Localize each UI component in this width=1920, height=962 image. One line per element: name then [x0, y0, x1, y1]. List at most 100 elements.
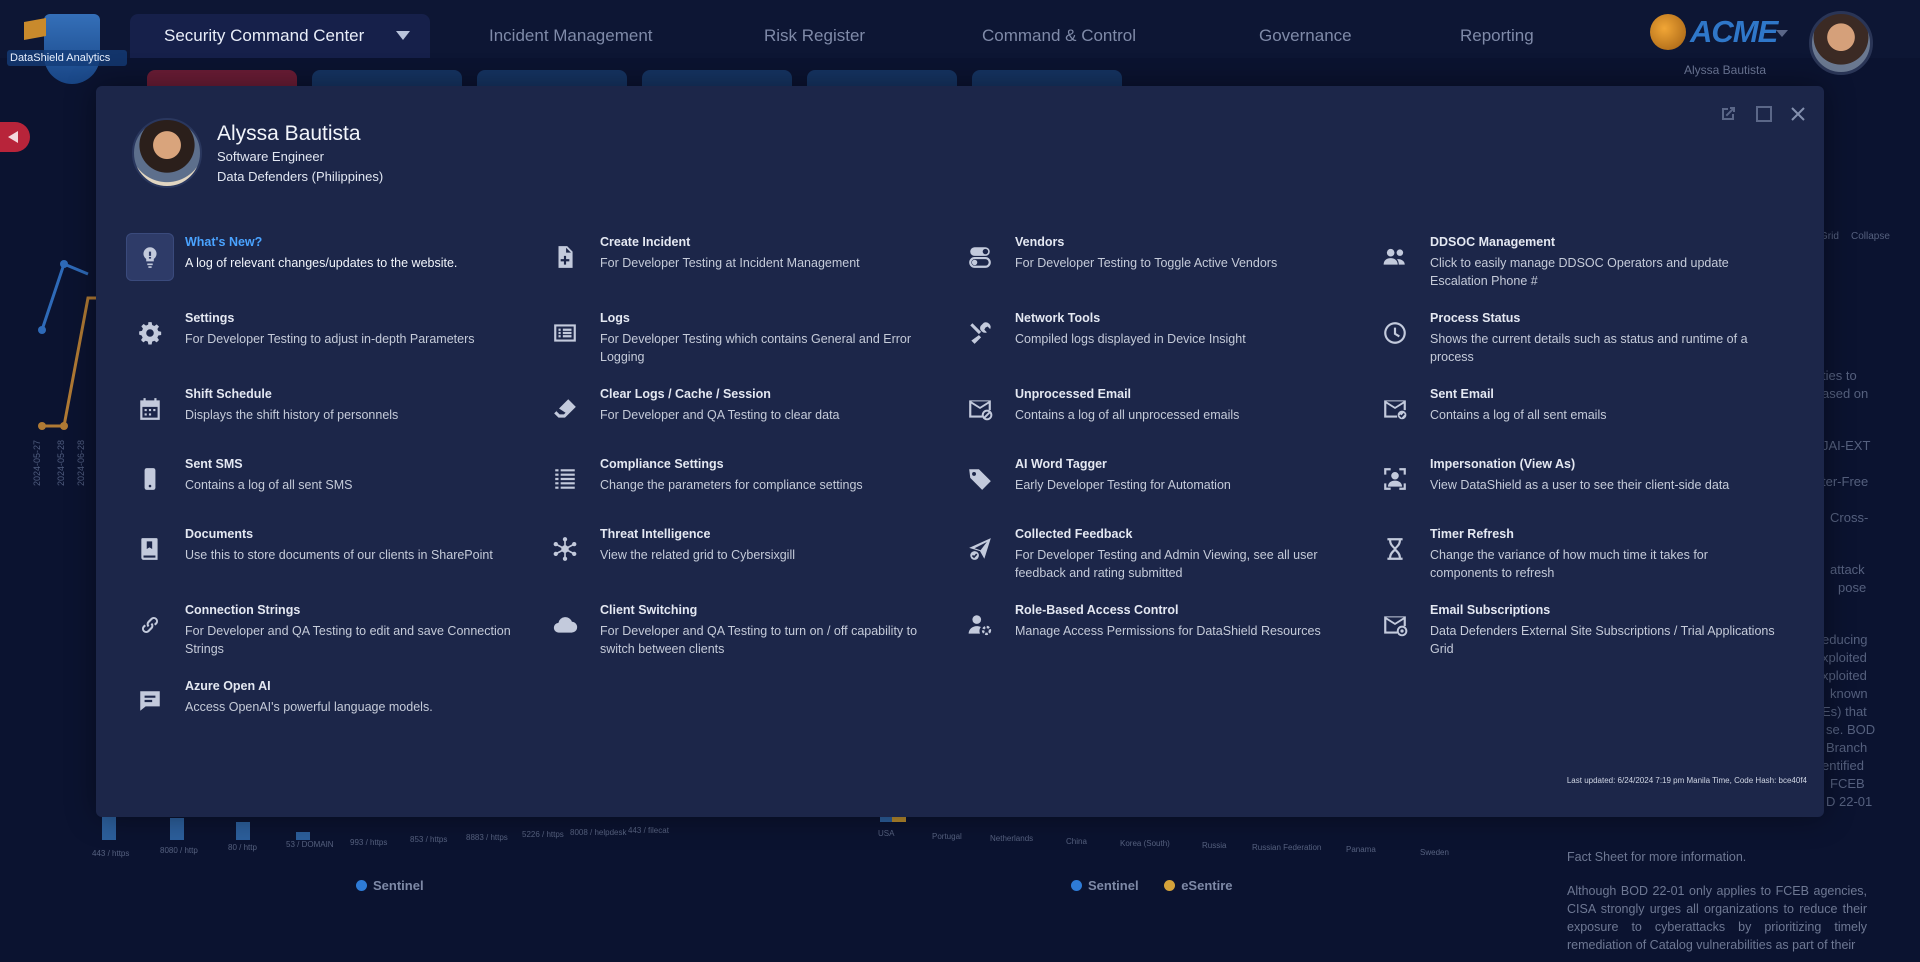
menu-item-threat-intelligence[interactable]: Threat Intelligence View the related gri…	[541, 525, 946, 597]
menu-item-timer-refresh[interactable]: Timer Refresh Change the variance of how…	[1371, 525, 1776, 597]
menu-item-desc: View the related grid to Cybersixgill	[600, 548, 796, 562]
legend-label[interactable]: eSentire	[1181, 878, 1232, 893]
x-tick-label: 80 / http	[228, 843, 257, 852]
cloud-icon	[541, 601, 589, 649]
nav-governance[interactable]: Governance	[1259, 26, 1352, 46]
hourglass-icon	[1371, 525, 1419, 573]
menu-item-vendors[interactable]: Vendors For Developer Testing to Toggle …	[956, 233, 1361, 305]
logo-text: DataShield Analytics	[7, 50, 127, 66]
menu-item-desc: For Developer and QA Testing to clear da…	[600, 408, 840, 422]
chart-bar	[170, 818, 184, 840]
menu-item-title: Role-Based Access Control	[1015, 603, 1179, 617]
brand-name: ACME	[1690, 14, 1778, 49]
x-tick-label: 443 / filecat	[628, 826, 669, 835]
menu-item-desc: Change the parameters for compliance set…	[600, 478, 863, 492]
shield-icon	[44, 14, 100, 84]
clock-icon	[1371, 309, 1419, 357]
legend-right: Sentinel eSentire	[1071, 878, 1233, 893]
menu-item-email-subscriptions[interactable]: Email Subscriptions Data Defenders Exter…	[1371, 601, 1776, 673]
menu-item-ai-word-tagger[interactable]: AI Word Tagger Early Developer Testing f…	[956, 455, 1361, 527]
menu-grid: What's New? A log of relevant changes/up…	[126, 233, 1806, 753]
nav-incident-management[interactable]: Incident Management	[489, 26, 653, 46]
menu-item-network-tools[interactable]: Network Tools Compiled logs displayed in…	[956, 309, 1361, 381]
menu-item-settings[interactable]: Settings For Developer Testing to adjust…	[126, 309, 531, 381]
legend-label[interactable]: Sentinel	[373, 878, 424, 893]
menu-item-rbac[interactable]: Role-Based Access Control Manage Access …	[956, 601, 1361, 673]
menu-item-title: Impersonation (View As)	[1430, 457, 1576, 471]
send-icon[interactable]	[0, 122, 30, 152]
menu-item-title: Sent SMS	[185, 457, 243, 471]
list-icon	[541, 309, 589, 357]
menu-item-azure-openai[interactable]: Azure Open AI Access OpenAI's powerful l…	[126, 677, 531, 749]
gear-icon	[126, 309, 174, 357]
menu-item-collected-feedback[interactable]: Collected Feedback For Developer Testing…	[956, 525, 1361, 597]
menu-item-compliance-settings[interactable]: Compliance Settings Change the parameter…	[541, 455, 946, 527]
article-fragment: ties to	[1822, 368, 1857, 383]
acme-brand[interactable]: ACME	[1650, 10, 1790, 54]
menu-item-logs[interactable]: Logs For Developer Testing which contain…	[541, 309, 946, 381]
profile-name: Alyssa Bautista	[217, 122, 361, 145]
menu-item-desc: For Developer Testing to adjust in-depth…	[185, 332, 475, 346]
menu-item-title: Logs	[600, 311, 630, 325]
collapse-link[interactable]: Collapse	[1851, 231, 1890, 242]
legend-label[interactable]: Sentinel	[1088, 878, 1139, 893]
users-icon	[1371, 233, 1419, 281]
nav-reporting[interactable]: Reporting	[1460, 26, 1534, 46]
globe-icon	[1650, 14, 1686, 50]
x-tick-label: Korea (South)	[1120, 839, 1170, 848]
top-navigation-bar: DataShield Analytics Security Command Ce…	[0, 0, 1920, 84]
menu-item-desc: For Developer and QA Testing to edit and…	[185, 624, 511, 656]
chart-point	[60, 422, 68, 430]
menu-item-desc: Early Developer Testing for Automation	[1015, 478, 1231, 492]
legend-dot	[1071, 880, 1082, 891]
menu-item-title: Client Switching	[600, 603, 698, 617]
article-fragment: entified	[1822, 758, 1864, 773]
menu-item-unprocessed-email[interactable]: Unprocessed Email Contains a log of all …	[956, 385, 1361, 457]
x-tick-label: USA	[878, 829, 895, 838]
close-icon[interactable]	[1788, 104, 1808, 124]
datashield-logo[interactable]: DataShield Analytics	[4, 6, 130, 92]
menu-item-documents[interactable]: Documents Use this to store documents of…	[126, 525, 531, 597]
article-fragment: educing	[1822, 632, 1868, 647]
user-frame-icon	[1371, 455, 1419, 503]
menu-item-impersonation[interactable]: Impersonation (View As) View DataShield …	[1371, 455, 1776, 527]
menu-item-clear-logs[interactable]: Clear Logs / Cache / Session For Develop…	[541, 385, 946, 457]
menu-item-process-status[interactable]: Process Status Shows the current details…	[1371, 309, 1776, 381]
x-tick-label: 8008 / helpdesk	[570, 828, 627, 837]
legend-dot	[1164, 880, 1176, 891]
x-tick-label: China	[1066, 837, 1087, 846]
menu-item-desc: For Developer and QA Testing to turn on …	[600, 624, 918, 656]
menu-item-title: Connection Strings	[185, 603, 301, 617]
menu-item-whats-new[interactable]: What's New? A log of relevant changes/up…	[126, 233, 531, 305]
chevron-down-icon[interactable]	[1776, 30, 1788, 37]
menu-item-client-switching[interactable]: Client Switching For Developer and QA Te…	[541, 601, 946, 673]
toggle-icon	[956, 233, 1004, 281]
menu-item-shift-schedule[interactable]: Shift Schedule Displays the shift histor…	[126, 385, 531, 457]
avatar[interactable]	[1809, 11, 1873, 75]
email-sent-icon	[1371, 385, 1419, 433]
menu-item-create-incident[interactable]: Create Incident For Developer Testing at…	[541, 233, 946, 305]
nav-security-command-center[interactable]: Security Command Center	[130, 14, 430, 58]
maximize-icon[interactable]	[1754, 104, 1774, 124]
menu-item-desc: Click to easily manage DDSOC Operators a…	[1430, 256, 1729, 288]
menu-item-title: DDSOC Management	[1430, 235, 1556, 249]
link-icon	[126, 601, 174, 649]
menu-item-desc: For Developer Testing to Toggle Active V…	[1015, 256, 1278, 270]
menu-item-ddsoc-management[interactable]: DDSOC Management Click to easily manage …	[1371, 233, 1776, 305]
nav-active-label: Security Command Center	[164, 26, 365, 45]
chart-bar	[102, 814, 116, 840]
open-external-icon[interactable]	[1718, 104, 1738, 124]
menu-item-sent-email[interactable]: Sent Email Contains a log of all sent em…	[1371, 385, 1776, 457]
menu-item-title: Unprocessed Email	[1015, 387, 1132, 401]
chat-icon	[126, 677, 174, 725]
article-fragment: xploited	[1822, 668, 1867, 683]
menu-item-desc: Contains a log of all sent SMS	[185, 478, 353, 492]
menu-item-sent-sms[interactable]: Sent SMS Contains a log of all sent SMS	[126, 455, 531, 527]
menu-item-desc: Access OpenAI's powerful language models…	[185, 700, 433, 714]
menu-item-title: Vendors	[1015, 235, 1065, 249]
x-tick-label: 993 / https	[350, 838, 388, 847]
chevron-down-icon[interactable]	[396, 31, 410, 40]
nav-risk-register[interactable]: Risk Register	[764, 26, 865, 46]
nav-command-control[interactable]: Command & Control	[982, 26, 1136, 46]
menu-item-connection-strings[interactable]: Connection Strings For Developer and QA …	[126, 601, 531, 673]
